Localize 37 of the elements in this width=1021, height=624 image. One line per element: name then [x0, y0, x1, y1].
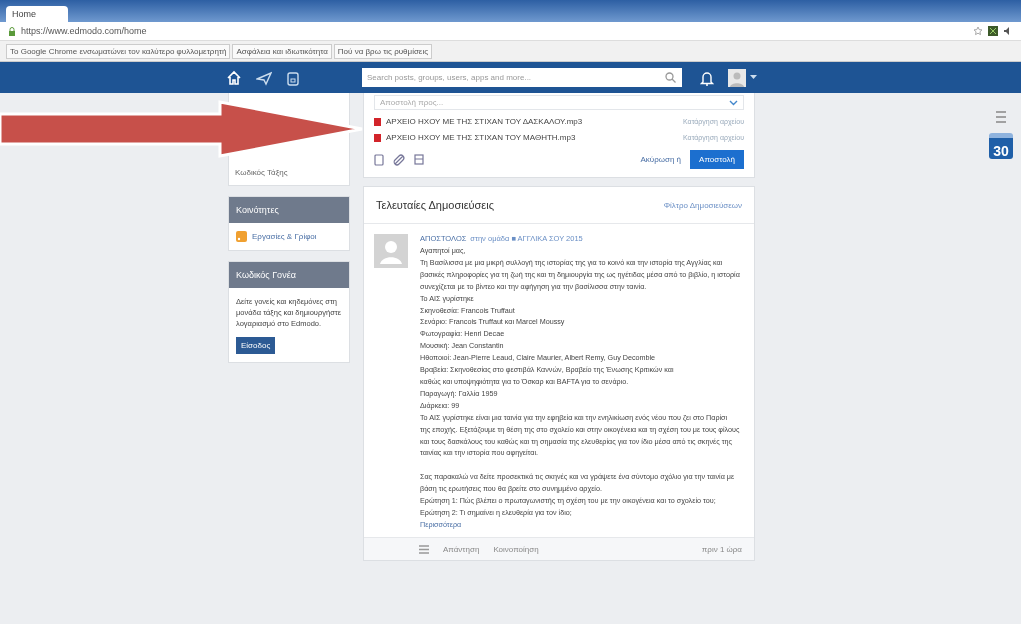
- bookmark-item[interactable]: Πού να βρω τις ρυθμίσεις: [333, 43, 433, 59]
- browser-tab[interactable]: Home: [6, 6, 68, 22]
- search-field[interactable]: Search posts, groups, users, apps and more...: [362, 68, 682, 87]
- avatar-icon[interactable]: [728, 68, 746, 87]
- post-time: πριν 1 ώρα: [701, 544, 742, 554]
- section-header: Κωδικός Γονέα: [229, 262, 349, 288]
- lock-icon: [8, 26, 16, 36]
- extension-icon[interactable]: [988, 26, 998, 36]
- chevron-icon: [729, 99, 738, 106]
- file-icon[interactable]: [374, 153, 384, 166]
- feed-title: Τελευταίες Δημοσιεύσεις: [376, 199, 494, 211]
- bell-icon[interactable]: [700, 69, 714, 86]
- reply-link[interactable]: Απάντηση: [443, 544, 480, 554]
- cancel-link[interactable]: Ακύρωση ή: [640, 155, 682, 164]
- avatar-icon: [374, 234, 408, 268]
- url-text[interactable]: https://www.edmodo.com/home: [21, 26, 147, 36]
- sidebar-link[interactable]: Εργασίες & Γρίφοι: [252, 232, 317, 241]
- rss-icon: [236, 231, 247, 242]
- recipient-placeholder: Αποστολή προς...: [380, 98, 444, 107]
- section-header: Κοινότητες: [229, 197, 349, 223]
- sidebar-item[interactable]: Κωδικός Τάξης: [235, 168, 288, 177]
- attachment-name[interactable]: ΑΡΧΕΙΟ ΗΧΟΥ ΜΕ ΤΗΣ ΣΤΙΧΑΝ ΤΟΥ ΜΑΘΗΤΗ.mp3: [386, 133, 576, 142]
- filter-dropdown[interactable]: Φίλτρο Δημοσιεύσεων: [663, 200, 742, 210]
- attachment-name[interactable]: ΑΡΧΕΙΟ ΗΧΟΥ ΜΕ ΤΗΣ ΣΤΙΧΑΝ ΤΟΥ ΔΑΣΚΑΛΟΥ.mp3: [386, 117, 583, 126]
- home-icon[interactable]: [226, 69, 242, 86]
- calendar-button[interactable]: 30: [989, 133, 1013, 159]
- plane-icon[interactable]: [256, 69, 272, 86]
- bookmark-item[interactable]: Το Google Chrome ενσωματώνει τον καλύτερο φυλλομετρητή: [6, 43, 231, 59]
- join-button[interactable]: Είσοδος: [236, 337, 276, 354]
- menu-icon[interactable]: [419, 544, 429, 554]
- share-link[interactable]: Κοινοποίηση: [493, 544, 539, 554]
- bookmark-item[interactable]: Ασφάλεια και ιδιωτικότητα: [232, 43, 332, 59]
- caret-icon[interactable]: [750, 75, 757, 80]
- link-icon[interactable]: [393, 153, 405, 166]
- star-icon[interactable]: [973, 26, 983, 36]
- send-button[interactable]: Αποστολή: [690, 150, 744, 169]
- search-icon: [665, 72, 676, 83]
